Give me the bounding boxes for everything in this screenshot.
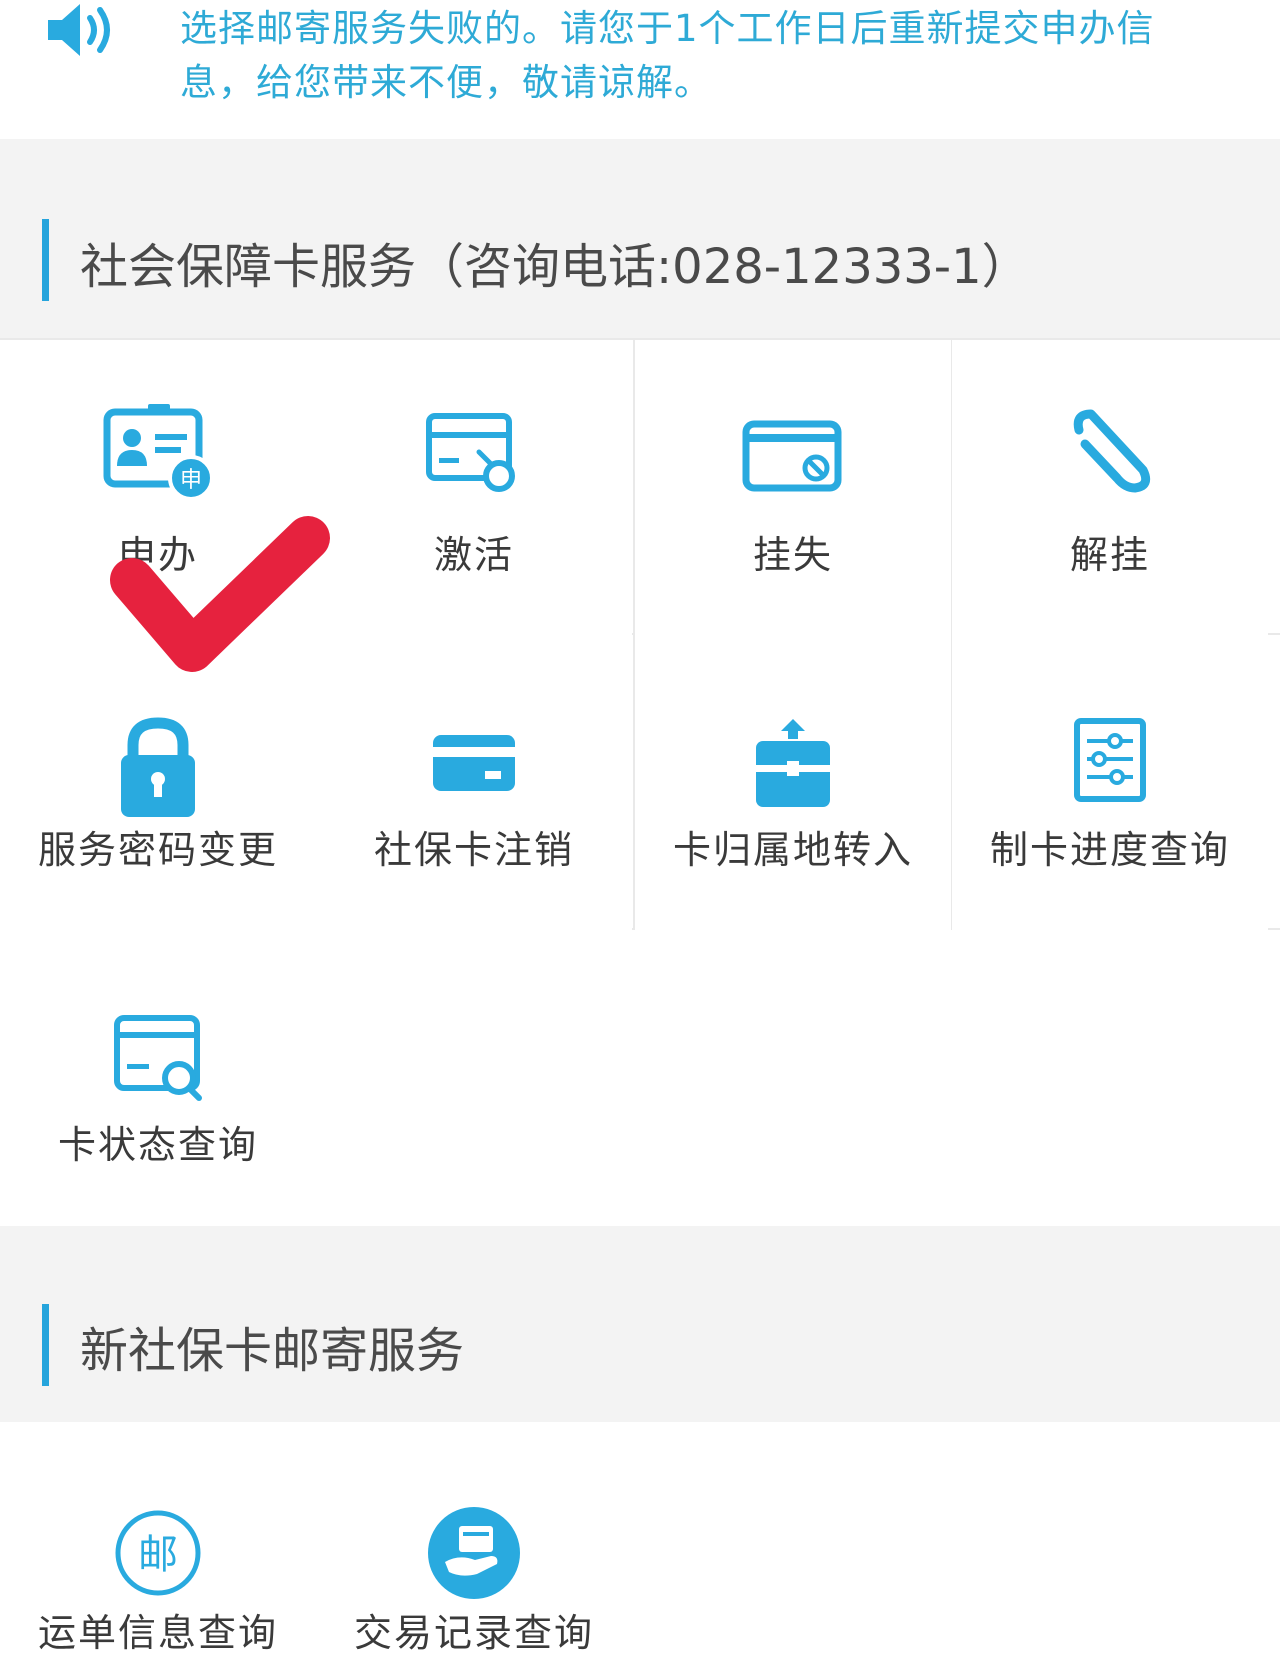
service-unlock[interactable]: 解挂 [952,340,1268,636]
service-label: 制卡进度查询 [989,828,1230,872]
service-label: 卡归属地转入 [672,828,913,872]
service-label: 卡状态查询 [57,1123,258,1167]
hand-card-icon [428,1507,520,1599]
section-header-card-services: 社会保障卡服务（咨询电话:028-12333-1） [0,139,1280,338]
service-waybill-query[interactable]: 邮 运单信息查询 [0,1422,316,1679]
paperclip-icon [1073,409,1151,493]
section-header-mail-services: 新社保卡邮寄服务 [0,1226,1280,1422]
service-label: 交易记录查询 [353,1611,594,1655]
service-card-transfer-in[interactable]: 卡归属地转入 [635,635,951,931]
service-transaction-query[interactable]: 交易记录查询 [316,1422,632,1679]
checkmark-icon [110,516,330,672]
notice-banner: 选择邮寄服务失败的。请您于1个工作日后重新提交申办信息，给您带来不便，敬请谅解。 [0,0,1280,139]
section-accent-bar [42,219,49,301]
service-label: 激活 [433,533,514,577]
briefcase-transfer-icon [756,719,830,807]
id-card-apply-icon: 申 [103,404,213,501]
service-card-progress[interactable]: 制卡进度查询 [952,635,1268,931]
apply-badge: 申 [180,468,202,493]
service-label: 社保卡注销 [373,828,574,872]
card-cancel-icon [433,735,515,791]
notice-text: 选择邮寄服务失败的。请您于1个工作日后重新提交申办信息，给您带来不便，敬请谅解。 [180,7,1155,104]
card-search-icon [114,1015,202,1101]
section-accent-bar [42,1304,49,1386]
section-title: 社会保障卡服务（咨询电话:028-12333-1） [80,239,1030,295]
speaker-icon [48,4,110,56]
card-report-loss-icon [742,420,842,492]
mail-badge: 邮 [138,1532,178,1578]
service-label: 运单信息查询 [37,1611,278,1655]
card-activate-icon [426,413,515,492]
service-card-status[interactable]: 卡状态查询 [0,930,316,1226]
service-label: 服务密码变更 [37,828,278,872]
progress-settings-icon [1074,718,1146,802]
lock-icon [121,717,195,817]
mail-circle-icon: 邮 [115,1510,201,1596]
service-report-loss[interactable]: 挂失 [635,340,951,636]
service-label: 解挂 [1069,533,1150,577]
section-title: 新社保卡邮寄服务 [80,1323,465,1379]
service-label: 挂失 [752,533,833,577]
service-card-cancel[interactable]: 社保卡注销 [316,635,632,931]
service-activate[interactable]: 激活 [316,340,632,636]
